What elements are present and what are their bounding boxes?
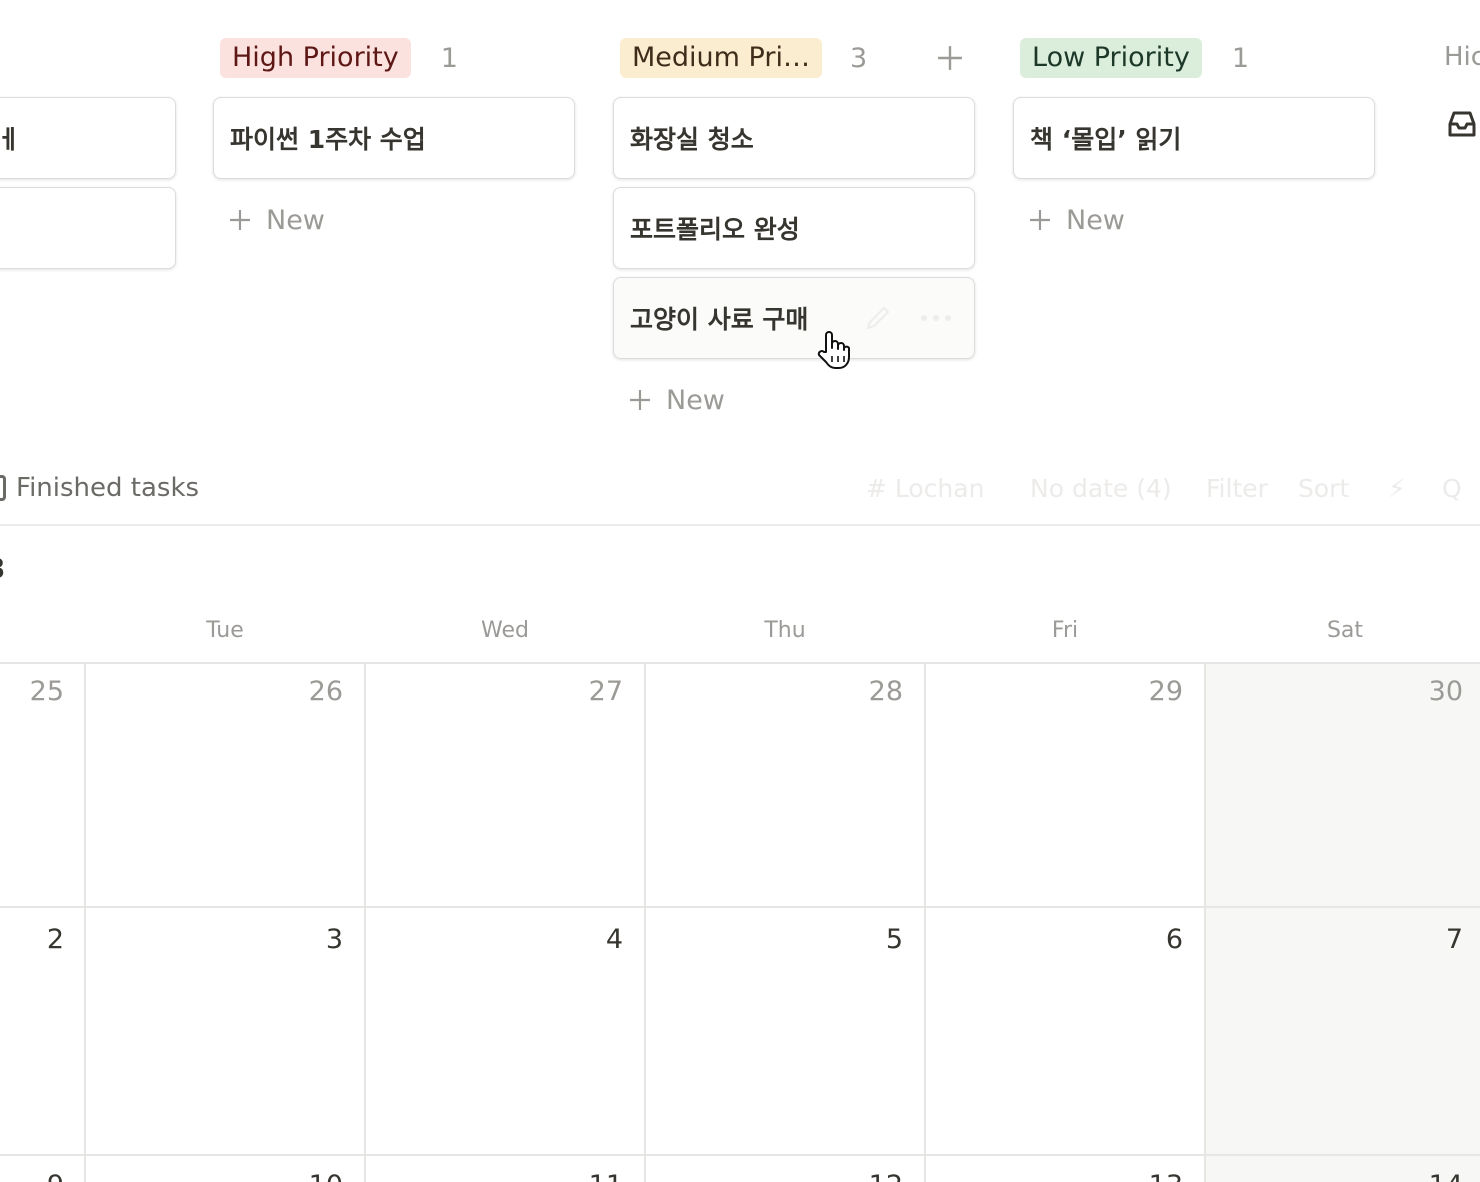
calendar-day[interactable]: 4	[543, 924, 623, 955]
calendar-day[interactable]: 2	[0, 924, 64, 955]
view-tab-finished-tasks[interactable]: Finished tasks	[0, 470, 199, 506]
board-card[interactable]: 책 ‘몰입’ 읽기	[1013, 97, 1375, 179]
weekday-header: Wed	[481, 618, 529, 643]
hand-pointer-cursor	[817, 331, 850, 369]
search-button[interactable]: Q	[1442, 470, 1462, 506]
new-card-button[interactable]: New	[228, 200, 325, 240]
weekday-header: Fri	[1051, 618, 1079, 643]
priority-tag-high[interactable]: High Priority	[220, 38, 411, 78]
board-card[interactable]: 파이썬 1주차 수업	[213, 97, 575, 179]
ellipsis-icon[interactable]	[920, 313, 952, 323]
filter-button[interactable]: Filter	[1206, 470, 1268, 506]
calendar-day[interactable]: 11	[543, 1170, 623, 1182]
toolbar-item[interactable]: # Lochan	[866, 470, 984, 506]
calendar-day[interactable]: 30	[1383, 676, 1463, 707]
calendar-gridline	[644, 662, 646, 1182]
view-icon	[0, 475, 6, 501]
card-title: ㅔ	[0, 120, 20, 156]
column-header-low: Low Priority 1	[1020, 37, 1249, 79]
calendar-day[interactable]: 12	[823, 1170, 903, 1182]
card-actions	[864, 304, 952, 332]
calendar-day[interactable]: 10	[263, 1170, 343, 1182]
hidden-groups-label[interactable]: Hic	[1444, 42, 1480, 72]
toolbar-divider	[0, 524, 1480, 526]
calendar-day[interactable]: 3	[263, 924, 343, 955]
new-card-label: New	[1066, 204, 1125, 236]
column-count: 1	[1231, 42, 1250, 74]
card-title: 포트폴리오 완성	[630, 215, 800, 244]
calendar-day[interactable]: 29	[1103, 676, 1183, 707]
calendar-day[interactable]: 26	[263, 676, 343, 707]
column-count: 1	[440, 42, 458, 74]
calendar-day[interactable]: 6	[1103, 924, 1183, 955]
column-header-medium: Medium Pri… 3	[620, 37, 867, 79]
card-title: 파이썬 1주차 수업	[230, 125, 426, 154]
column-header-high: High Priority 1	[220, 37, 458, 79]
card-title: 고양이 사료 구매	[630, 305, 809, 334]
inbox-icon[interactable]	[1447, 110, 1477, 138]
calendar-gridline	[0, 1154, 1480, 1156]
priority-tag-low[interactable]: Low Priority	[1020, 38, 1202, 78]
month-title: 3	[0, 552, 5, 585]
weekday-header: Thu	[764, 618, 806, 643]
plus-icon	[630, 390, 650, 410]
new-card-button[interactable]: New	[628, 380, 725, 420]
calendar-day[interactable]: 9	[0, 1170, 64, 1182]
calendar-day[interactable]: 28	[823, 676, 903, 707]
weekday-header: Sat	[1326, 618, 1364, 643]
calendar-gridline	[0, 662, 1480, 664]
new-card-button[interactable]: New	[1028, 200, 1125, 240]
sort-button[interactable]: Sort	[1298, 470, 1349, 506]
column-count: 3	[850, 42, 868, 74]
add-card-button[interactable]	[930, 37, 970, 79]
new-card-label: New	[266, 204, 325, 236]
weekend-column	[1205, 663, 1480, 1182]
calendar-gridline	[0, 906, 1480, 908]
calendar-day[interactable]: 27	[543, 676, 623, 707]
calendar-gridline	[84, 662, 86, 1182]
calendar-day[interactable]: 13	[1103, 1170, 1183, 1182]
calendar-day[interactable]: 5	[823, 924, 903, 955]
toolbar-item[interactable]: No date (4)	[1030, 470, 1172, 506]
calendar-day[interactable]: 14	[1383, 1170, 1463, 1182]
view-tab-label: Finished tasks	[16, 473, 200, 503]
pencil-icon[interactable]	[864, 304, 892, 332]
plus-icon	[230, 210, 250, 230]
weekday-header: Tue	[206, 618, 244, 643]
priority-tag-medium[interactable]: Medium Pri…	[620, 38, 822, 78]
board-card[interactable]: 화장실 청소	[613, 97, 975, 179]
new-card-label: New	[666, 384, 725, 416]
calendar-day[interactable]: 7	[1383, 924, 1463, 955]
board-card[interactable]: 포트폴리오 완성	[613, 187, 975, 269]
calendar-gridline	[1204, 662, 1206, 1182]
board-card-hovered[interactable]: 고양이 사료 구매	[613, 277, 975, 359]
automation-button[interactable]: ⚡	[1388, 470, 1406, 506]
calendar-gridline	[364, 662, 366, 1182]
board-calendar-page: ㅔ High Priority 1 파이썬 1주차 수업 New Medium …	[0, 0, 1480, 1182]
calendar-day[interactable]: 25	[0, 676, 64, 707]
board-card[interactable]: ㅔ	[0, 97, 176, 179]
plus-icon	[938, 46, 962, 70]
card-title: 화장실 청소	[630, 125, 754, 154]
plus-icon	[1030, 210, 1050, 230]
board-card[interactable]	[0, 187, 176, 269]
calendar-gridline	[924, 662, 926, 1182]
card-title: 책 ‘몰입’ 읽기	[1030, 125, 1182, 154]
